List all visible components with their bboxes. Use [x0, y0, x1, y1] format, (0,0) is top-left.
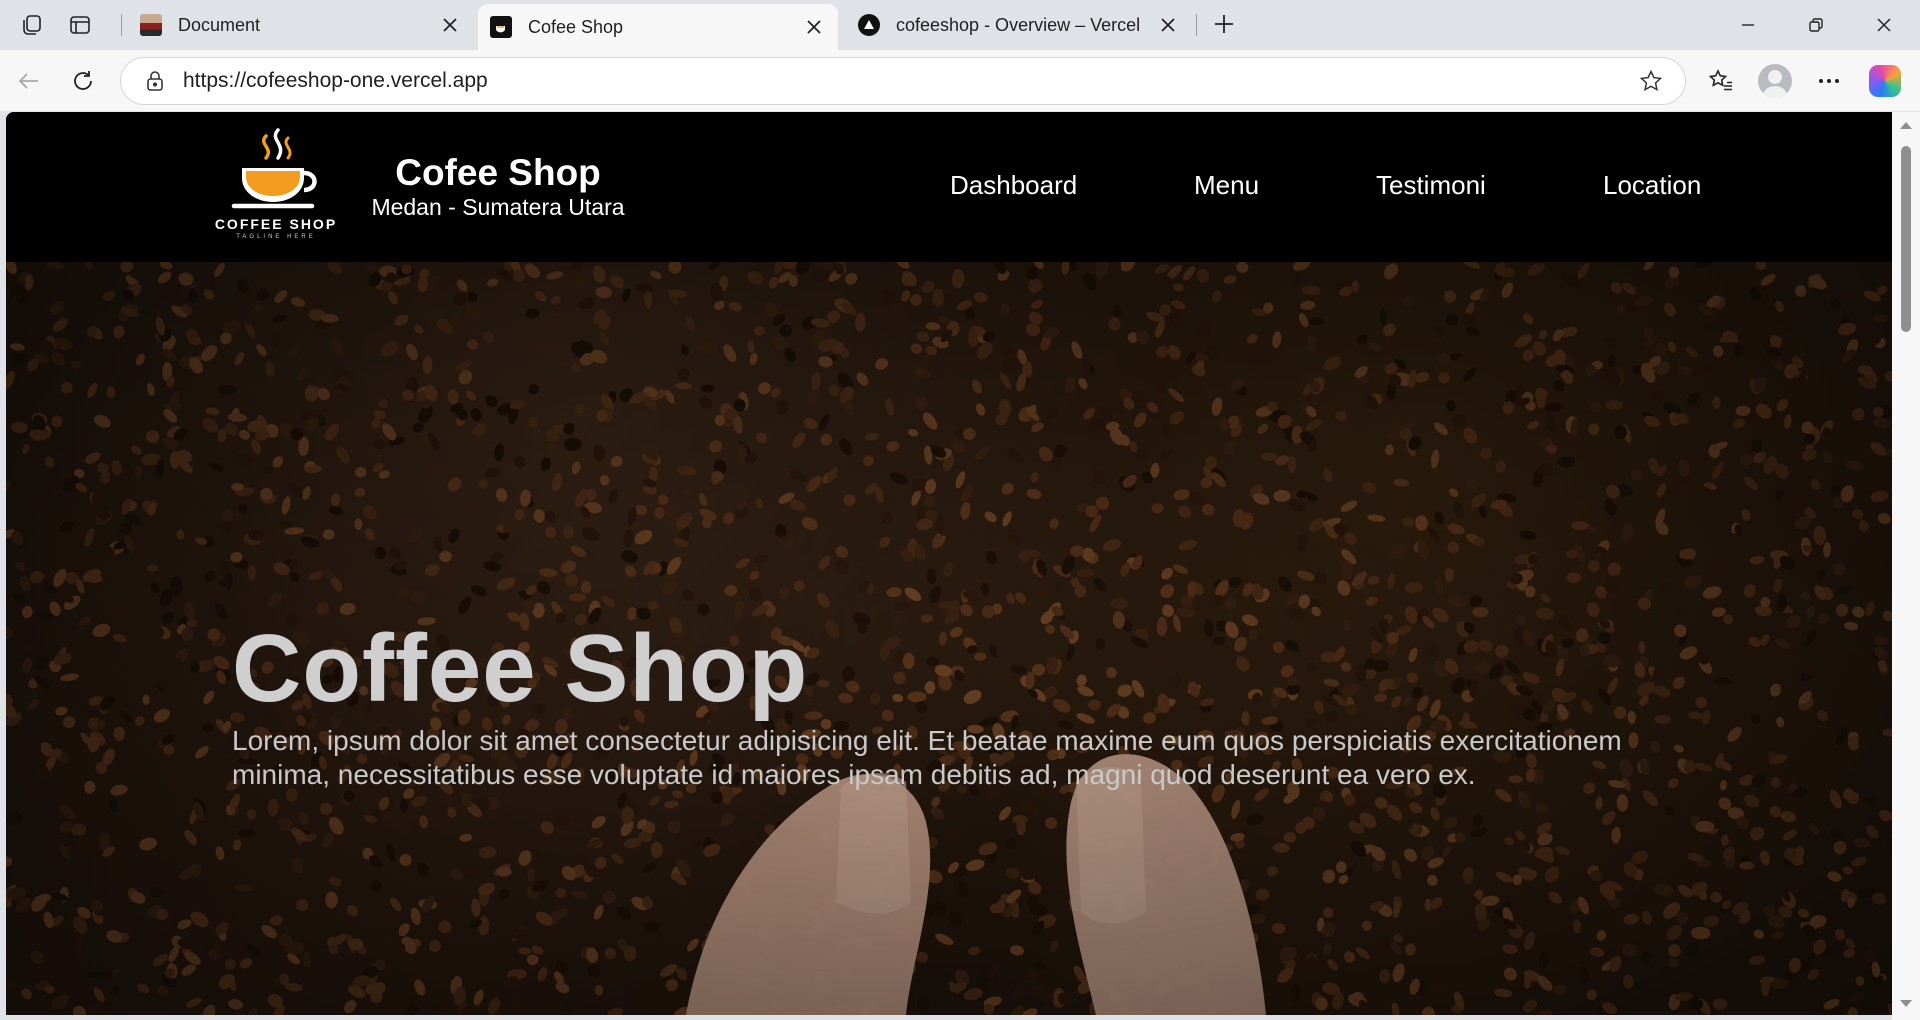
tab-separator: [1196, 14, 1197, 36]
browser-toolbar: https://cofeeshop-one.vercel.app: [0, 50, 1920, 112]
site-header: COFFEE SHOP TAGLINE HERE Cofee Shop Meda…: [6, 112, 1892, 262]
close-window-icon[interactable]: [1850, 0, 1918, 50]
lock-icon[interactable]: [133, 59, 177, 103]
brand-name: Cofee Shop: [395, 152, 601, 193]
address-bar[interactable]: https://cofeeshop-one.vercel.app: [120, 57, 1686, 105]
favorite-star-icon[interactable]: [1629, 59, 1673, 103]
page-viewport: COFFEE SHOP TAGLINE HERE Cofee Shop Meda…: [6, 112, 1892, 1015]
tab-separator: [121, 14, 122, 36]
coffee-cup-icon: [231, 128, 317, 209]
more-icon[interactable]: [1808, 60, 1850, 102]
tab-actions-icon[interactable]: [58, 5, 102, 45]
tab-document[interactable]: Document: [128, 4, 474, 46]
favorites-icon[interactable]: [1700, 60, 1742, 102]
logo-text: COFFEE SHOP: [214, 216, 338, 232]
close-icon[interactable]: [438, 13, 462, 37]
close-icon[interactable]: [1156, 13, 1180, 37]
close-icon[interactable]: [802, 15, 826, 39]
tab-cofee-shop[interactable]: Cofee Shop: [478, 4, 838, 50]
nav-dashboard[interactable]: Dashboard: [950, 170, 1077, 201]
tab-title: cofeeshop - Overview – Vercel: [896, 14, 1141, 35]
profile-avatar[interactable]: [1754, 60, 1796, 102]
new-tab-icon[interactable]: [1206, 6, 1242, 42]
scroll-thumb[interactable]: [1901, 146, 1911, 332]
vercel-favicon: [858, 14, 880, 36]
hero-title: Coffee Shop: [232, 615, 809, 722]
document-favicon: [140, 14, 162, 36]
logo-tagline: TAGLINE HERE: [236, 234, 316, 240]
hero-section: Coffee Shop Lorem, ipsum dolor sit amet …: [6, 262, 1892, 1015]
url-text[interactable]: https://cofeeshop-one.vercel.app: [183, 69, 1629, 93]
nav-menu[interactable]: Menu: [1194, 170, 1259, 201]
workspaces-icon[interactable]: [10, 5, 54, 45]
back-icon[interactable]: [8, 60, 50, 102]
site-logo[interactable]: COFFEE SHOP TAGLINE HERE: [202, 128, 350, 246]
hero-description: Lorem, ipsum dolor sit amet consectetur …: [232, 725, 1622, 790]
nav-testimoni[interactable]: Testimoni: [1376, 170, 1486, 201]
nav-location[interactable]: Location: [1603, 170, 1701, 201]
minimize-icon[interactable]: [1714, 0, 1782, 50]
refresh-icon[interactable]: [62, 60, 104, 102]
coffee-cup-icon: [490, 16, 512, 38]
tab-title: Cofee Shop: [528, 16, 624, 37]
tab-title: Document: [178, 14, 261, 35]
page-scrollbar[interactable]: [1892, 112, 1920, 1020]
scroll-up-icon[interactable]: [1900, 122, 1912, 129]
restore-icon[interactable]: [1782, 0, 1850, 50]
copilot-icon[interactable]: [1864, 60, 1906, 102]
tab-vercel[interactable]: cofeeshop - Overview – Vercel: [846, 4, 1192, 46]
scroll-down-icon[interactable]: [1900, 1000, 1912, 1007]
brand-location: Medan - Sumatera Utara: [371, 194, 625, 220]
